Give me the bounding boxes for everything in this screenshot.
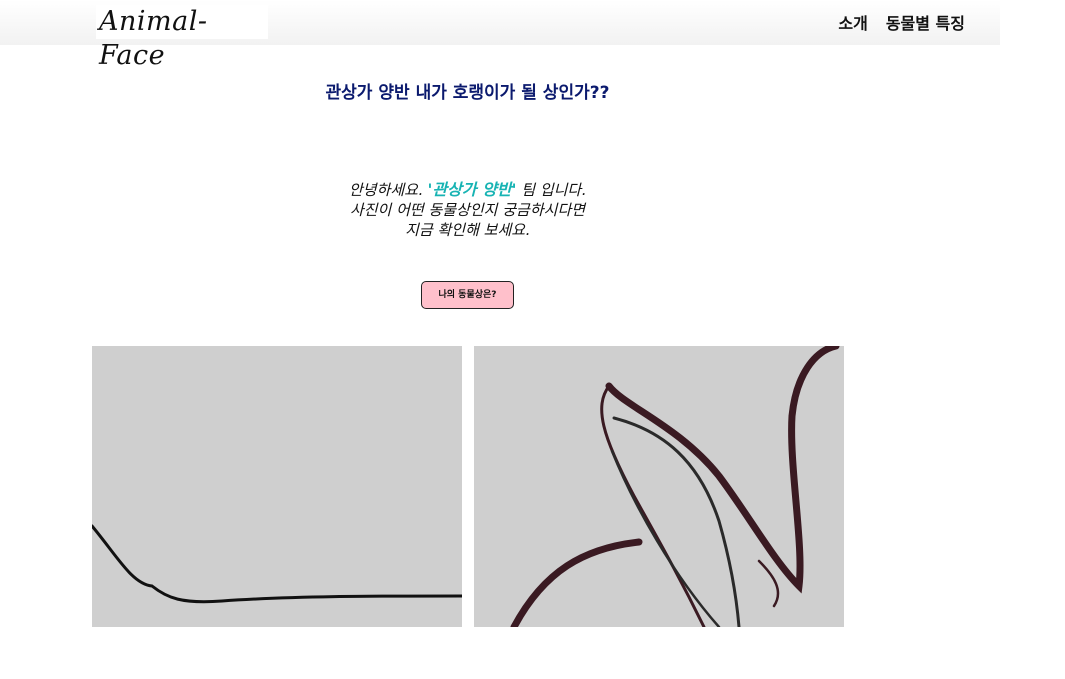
find-my-animal-button[interactable]: 나의 동물상은?	[421, 281, 514, 309]
intro-line-3: 지금 확인해 보세요.	[405, 221, 530, 239]
nav-link-animal-features[interactable]: 동물별 특징	[886, 10, 965, 34]
animal-illustration-left	[92, 346, 462, 627]
intro-line-2: 사진이 어떤 동물상인지 궁금하시다면	[349, 201, 586, 219]
intro-line-1: 안녕하세요. '관상가 양반' 팀 입니다.	[0, 180, 935, 200]
page-title: 관상가 양반 내가 호랭이가 될 상인가??	[325, 83, 610, 103]
nav-link-intro[interactable]: 소개	[838, 10, 867, 34]
rabbit-ear-drawing	[510, 346, 840, 627]
line-drawing-left	[92, 524, 462, 604]
team-name: '관상가 양반'	[427, 180, 517, 199]
animal-illustration-right	[474, 346, 844, 627]
nav-links: 소개 동물별 특징	[838, 10, 965, 34]
intro-text: 안녕하세요. '관상가 양반' 팀 입니다. 사진이 어떤 동물상인지 궁금하시…	[0, 180, 935, 240]
site-logo[interactable]: Animal-Face	[96, 5, 268, 71]
top-navbar: Animal-Face 소개 동물별 특징	[0, 0, 1000, 71]
intro-greeting: 안녕하세요.	[348, 181, 428, 199]
intro-team-suffix: 팀 입니다.	[516, 181, 587, 199]
